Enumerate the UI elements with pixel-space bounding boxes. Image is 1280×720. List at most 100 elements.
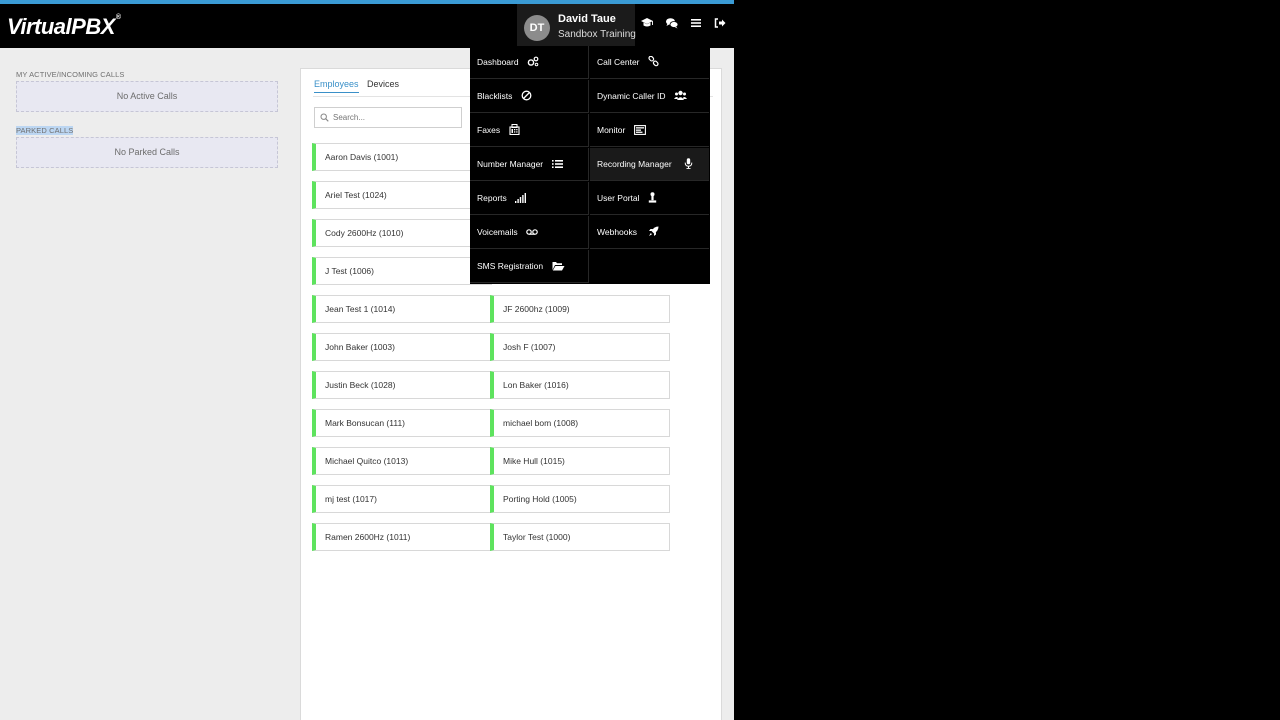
menu-item-voicemails[interactable]: Voicemails [470,216,589,249]
employee-card[interactable]: Taylor Test (1000) [490,523,670,551]
graduation-cap-icon[interactable] [640,16,658,32]
employee-card[interactable]: michael bom (1008) [490,409,670,437]
users-icon [673,90,687,101]
avatar: DT [524,15,550,41]
menu-item-label: Reports [477,193,507,203]
ban-icon [521,90,532,101]
user-profile[interactable]: DT David Taue Sandbox Training [517,4,636,48]
menu-item-blacklists[interactable]: Blacklists [470,80,589,113]
voicemail-icon [526,228,538,236]
menu-item-label: Recording Manager [597,159,672,169]
user-account-name: Sandbox Training [558,29,636,40]
employee-card[interactable]: JF 2600hz (1009) [490,295,670,323]
parked-calls-label-text: PARKED CALLS [16,126,74,135]
link-icon [648,56,659,67]
chat-icon[interactable] [665,16,683,32]
folder-open-icon [552,261,565,271]
parked-calls-empty-text: No Parked Calls [114,147,180,157]
active-calls-dropzone: No Active Calls [16,81,278,112]
employee-card[interactable]: Jean Test 1 (1014) [312,295,492,323]
employee-name: John Baker (1003) [325,342,395,352]
list-icon [551,159,563,169]
logo-trademark: ® [115,14,121,21]
employee-name: Taylor Test (1000) [503,532,571,542]
rocket-icon [648,226,659,237]
employee-card[interactable]: J Test (1006) [312,257,492,285]
search-box[interactable] [314,107,462,128]
user-name: David Taue [558,13,616,25]
monitor-icon [633,124,646,135]
employee-name: Michael Quitco (1013) [325,456,409,466]
employee-name: Porting Hold (1005) [503,494,577,504]
employee-name: Ariel Test (1024) [325,190,387,200]
active-calls-empty-text: No Active Calls [116,91,178,101]
menu-item-call-center[interactable]: Call Center [590,46,709,79]
fax-icon [508,124,520,136]
employee-card[interactable]: Ramen 2600Hz (1011) [312,523,492,551]
apps-dropdown-menu: Dashboard Call Center Blacklists Dynamic… [470,46,710,284]
menu-item-dynamic-caller-id[interactable]: Dynamic Caller ID [590,80,709,113]
employee-card[interactable]: Ariel Test (1024) [312,181,492,209]
menu-item-recording-manager[interactable]: Recording Manager [590,148,709,181]
user-portal-icon [648,192,657,203]
active-calls-label: MY ACTIVE/INCOMING CALLS [16,70,125,79]
menu-item-reports[interactable]: Reports [470,182,589,215]
menu-item-label: Dynamic Caller ID [597,91,666,101]
employee-name: Aaron Davis (1001) [325,152,399,162]
employee-name: Cody 2600Hz (1010) [325,228,404,238]
menu-item-label: Faxes [477,125,501,135]
menu-item-number-manager[interactable]: Number Manager [470,148,589,181]
virtualpbx-logo[interactable]: VirtualPBX® [7,14,121,40]
menu-item-label: Monitor [597,125,626,135]
employee-card[interactable]: Cody 2600Hz (1010) [312,219,492,247]
hamburger-menu-icon[interactable] [689,16,707,32]
employee-name: Ramen 2600Hz (1011) [325,532,411,542]
menu-item-user-portal[interactable]: User Portal [590,182,709,215]
search-icon [320,113,329,122]
parked-calls-dropzone: No Parked Calls [16,137,278,168]
employee-card[interactable]: Josh F (1007) [490,333,670,361]
employee-card[interactable]: Aaron Davis (1001) [312,143,492,171]
employee-name: JF 2600hz (1009) [503,304,570,314]
logo-text: VirtualPBX [7,14,115,39]
employee-card[interactable]: Lon Baker (1016) [490,371,670,399]
employee-name: Lon Baker (1016) [503,380,569,390]
microphone-icon [684,158,693,170]
employee-name: michael bom (1008) [503,418,579,428]
search-input[interactable] [333,110,453,124]
menu-item-label: User Portal [597,193,640,203]
app-window: VirtualPBX® DT David Taue Sandbox Traini… [0,0,734,720]
gears-icon [527,56,539,67]
signal-bars-icon [515,192,527,203]
employee-name: Josh F (1007) [503,342,556,352]
employee-card[interactable]: Mike Hull (1015) [490,447,670,475]
employee-name: J Test (1006) [325,266,374,276]
menu-item-label: SMS Registration [477,261,544,271]
parked-calls-label: PARKED CALLS [16,126,74,135]
employee-name: mj test (1017) [325,494,377,504]
menu-item-label: Number Manager [477,159,544,169]
employee-card[interactable]: Justin Beck (1028) [312,371,492,399]
employee-card[interactable]: Michael Quitco (1013) [312,447,492,475]
menu-empty-cell [590,250,709,283]
menu-item-label: Blacklists [477,91,513,101]
menu-item-dashboard[interactable]: Dashboard [470,46,589,79]
menu-item-label: Webhooks [597,227,638,237]
employee-name: Justin Beck (1028) [325,380,396,390]
menu-item-faxes[interactable]: Faxes [470,114,589,147]
menu-item-label: Voicemails [477,227,518,237]
menu-item-monitor[interactable]: Monitor [590,114,709,147]
employee-name: Mike Hull (1015) [503,456,565,466]
employee-name: Mark Bonsucan (111) [325,418,405,428]
logout-icon[interactable] [713,16,731,32]
menu-item-label: Dashboard [477,57,519,67]
tab-devices[interactable]: Devices [367,79,399,89]
menu-item-sms-registration[interactable]: SMS Registration [470,250,589,283]
menu-item-webhooks[interactable]: Webhooks [590,216,709,249]
employee-card[interactable]: Porting Hold (1005) [490,485,670,513]
employee-card[interactable]: mj test (1017) [312,485,492,513]
employee-card[interactable]: Mark Bonsucan (111) [312,409,492,437]
tab-employees[interactable]: Employees [314,79,359,93]
employee-card[interactable]: John Baker (1003) [312,333,492,361]
menu-item-label: Call Center [597,57,640,67]
